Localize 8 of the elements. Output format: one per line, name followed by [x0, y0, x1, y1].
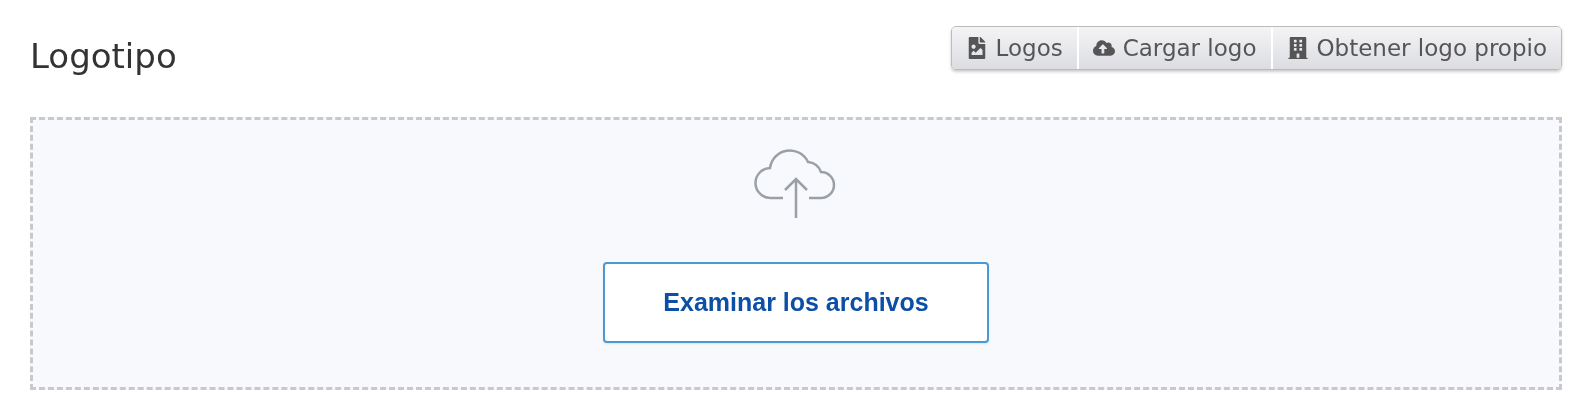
building-icon [1286, 37, 1309, 59]
toolbar-button[interactable]: Logos [951, 27, 1077, 69]
page-title: Logotipo [30, 35, 177, 78]
toolbar-button[interactable]: Obtener logo propio [1270, 27, 1561, 69]
toolbar-button[interactable]: Cargar logo [1076, 27, 1271, 69]
cloud-upload-icon [1092, 37, 1115, 59]
browse-files-button[interactable]: Examinar los archivos [603, 262, 989, 343]
drop-zone[interactable]: Examinar los archivos [30, 117, 1562, 390]
